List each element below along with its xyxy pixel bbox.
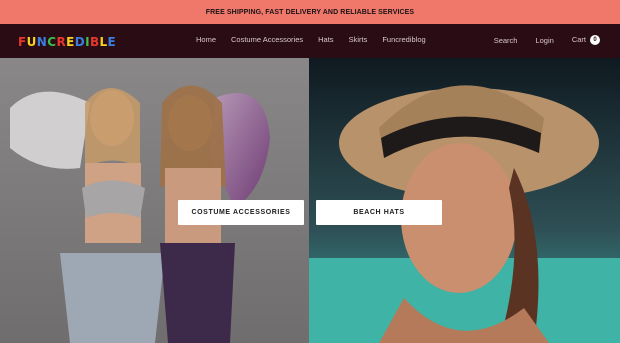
hero-hats-panel[interactable]: BEACH HATS [309, 58, 620, 343]
logo-letter: D [74, 35, 86, 49]
logo-letter: E [66, 35, 75, 49]
search-link[interactable]: Search [494, 36, 518, 45]
logo-letter: E [107, 35, 117, 49]
logo-letter: F [18, 35, 27, 49]
site-header: FUNCREDIBLE Home Costume Accessories Hat… [0, 24, 620, 58]
brand-logo[interactable]: FUNCREDIBLE [18, 36, 116, 48]
cart-label: Cart [571, 35, 586, 44]
cart-link[interactable]: Cart 0 [571, 35, 600, 46]
logo-letter: U [26, 35, 37, 49]
cart-count-badge: 0 [590, 35, 600, 46]
announcement-bar: FREE SHIPPING, FAST DELIVERY AND RELIABL… [0, 0, 620, 24]
beach-hats-button[interactable]: BEACH HATS [316, 200, 442, 225]
logo-letter: N [36, 35, 48, 49]
nav-item-costume-accessories[interactable]: Costume Accessories [231, 35, 303, 44]
logo-letter: C [47, 35, 57, 49]
main-nav: Home Costume Accessories Hats Skirts Fun… [196, 35, 441, 44]
utility-nav: Search Login Cart 0 [476, 35, 600, 46]
hero-costume-panel[interactable]: COSTUME ACCESSORIES [0, 58, 309, 343]
announcement-text: FREE SHIPPING, FAST DELIVERY AND RELIABL… [205, 8, 415, 16]
logo-letter: L [99, 35, 108, 49]
nav-item-hats[interactable]: Hats [318, 35, 333, 44]
nav-item-skirts[interactable]: Skirts [349, 35, 368, 44]
nav-item-funcrediblog[interactable]: Funcrediblog [382, 35, 425, 44]
logo-letter: R [56, 35, 67, 49]
login-link[interactable]: Login [535, 36, 553, 45]
nav-item-home[interactable]: Home [196, 35, 216, 44]
logo-letter: B [89, 35, 100, 49]
costume-accessories-button[interactable]: COSTUME ACCESSORIES [178, 200, 304, 225]
